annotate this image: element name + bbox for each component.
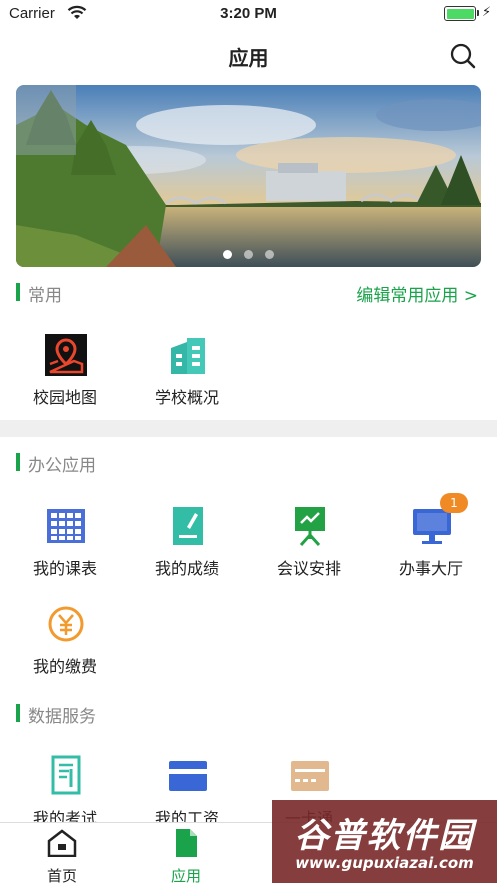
presentation-icon — [289, 505, 331, 547]
section-accent-bar — [16, 453, 20, 471]
grades-icon — [167, 505, 209, 547]
page-title: 应用 — [228, 46, 269, 70]
app-label: 校园地图 — [32, 388, 97, 407]
tab-apps[interactable]: 应用 — [141, 827, 231, 883]
section-common-header: 常用 编辑常用应用 > — [16, 280, 486, 306]
app-my-timetable[interactable]: 我的课表 — [4, 505, 126, 595]
carousel-dot-2[interactable] — [244, 250, 253, 259]
section-title: 数据服务 — [28, 707, 96, 727]
notification-badge: 1 — [440, 493, 468, 513]
app-label: 我的成绩 — [154, 559, 219, 578]
section-accent-bar — [16, 283, 20, 301]
app-campus-map[interactable]: 校园地图 — [4, 334, 126, 424]
search-icon[interactable] — [449, 42, 477, 70]
app-my-grades[interactable]: 我的成绩 — [126, 505, 248, 595]
charging-icon: ⚡ — [482, 5, 492, 20]
app-label: 我的课表 — [32, 559, 97, 578]
section-office-header: 办公应用 — [16, 450, 486, 476]
app-my-payments[interactable]: 我的缴费 — [4, 603, 126, 693]
campus-card-icon — [289, 755, 331, 797]
tab-home[interactable]: 首页 — [17, 827, 107, 883]
app-label: 学校概况 — [154, 388, 219, 407]
battery-cap — [477, 10, 479, 16]
watermark-title: 谷普软件园 — [294, 816, 475, 856]
section-divider — [0, 420, 497, 437]
section-title: 办公应用 — [28, 456, 96, 476]
battery-icon — [444, 6, 476, 21]
watermark-logo: 谷普软件园 www.gupuxiazai.com — [272, 800, 497, 883]
app-service-hall[interactable]: 1 办事大厅 — [370, 493, 492, 595]
home-icon — [47, 829, 77, 858]
app-school-overview[interactable]: 学校概况 — [126, 334, 248, 424]
app-label: 办事大厅 — [398, 559, 463, 578]
banner-image — [16, 85, 481, 267]
yuan-coin-icon — [45, 603, 87, 645]
section-data-header: 数据服务 — [16, 701, 486, 727]
tab-label: 首页 — [46, 867, 77, 883]
app-label: 会议安排 — [276, 559, 341, 578]
document-icon — [171, 829, 201, 857]
tab-label: 应用 — [170, 867, 201, 883]
exam-icon — [45, 755, 87, 797]
nav-bar: 应用 — [0, 28, 497, 80]
carousel-dots — [16, 250, 481, 259]
calendar-grid-icon — [45, 505, 87, 547]
app-label: 我的缴费 — [32, 657, 97, 676]
carousel-dot-1[interactable] — [223, 250, 232, 259]
section-accent-bar — [16, 704, 20, 722]
app-meeting-schedule[interactable]: 会议安排 — [248, 505, 370, 595]
watermark-url: www.gupuxiazai.com — [295, 854, 474, 872]
section-title: 常用 — [28, 286, 62, 306]
map-pin-icon — [45, 334, 87, 376]
banner-carousel[interactable] — [16, 85, 481, 267]
salary-card-icon — [167, 755, 209, 797]
status-bar: Carrier 3:20 PM ⚡ — [0, 0, 497, 28]
building-icon — [167, 334, 209, 376]
carousel-dot-3[interactable] — [265, 250, 274, 259]
edit-common-apps-link[interactable]: 编辑常用应用 > — [356, 281, 478, 306]
clock: 3:20 PM — [220, 5, 277, 22]
